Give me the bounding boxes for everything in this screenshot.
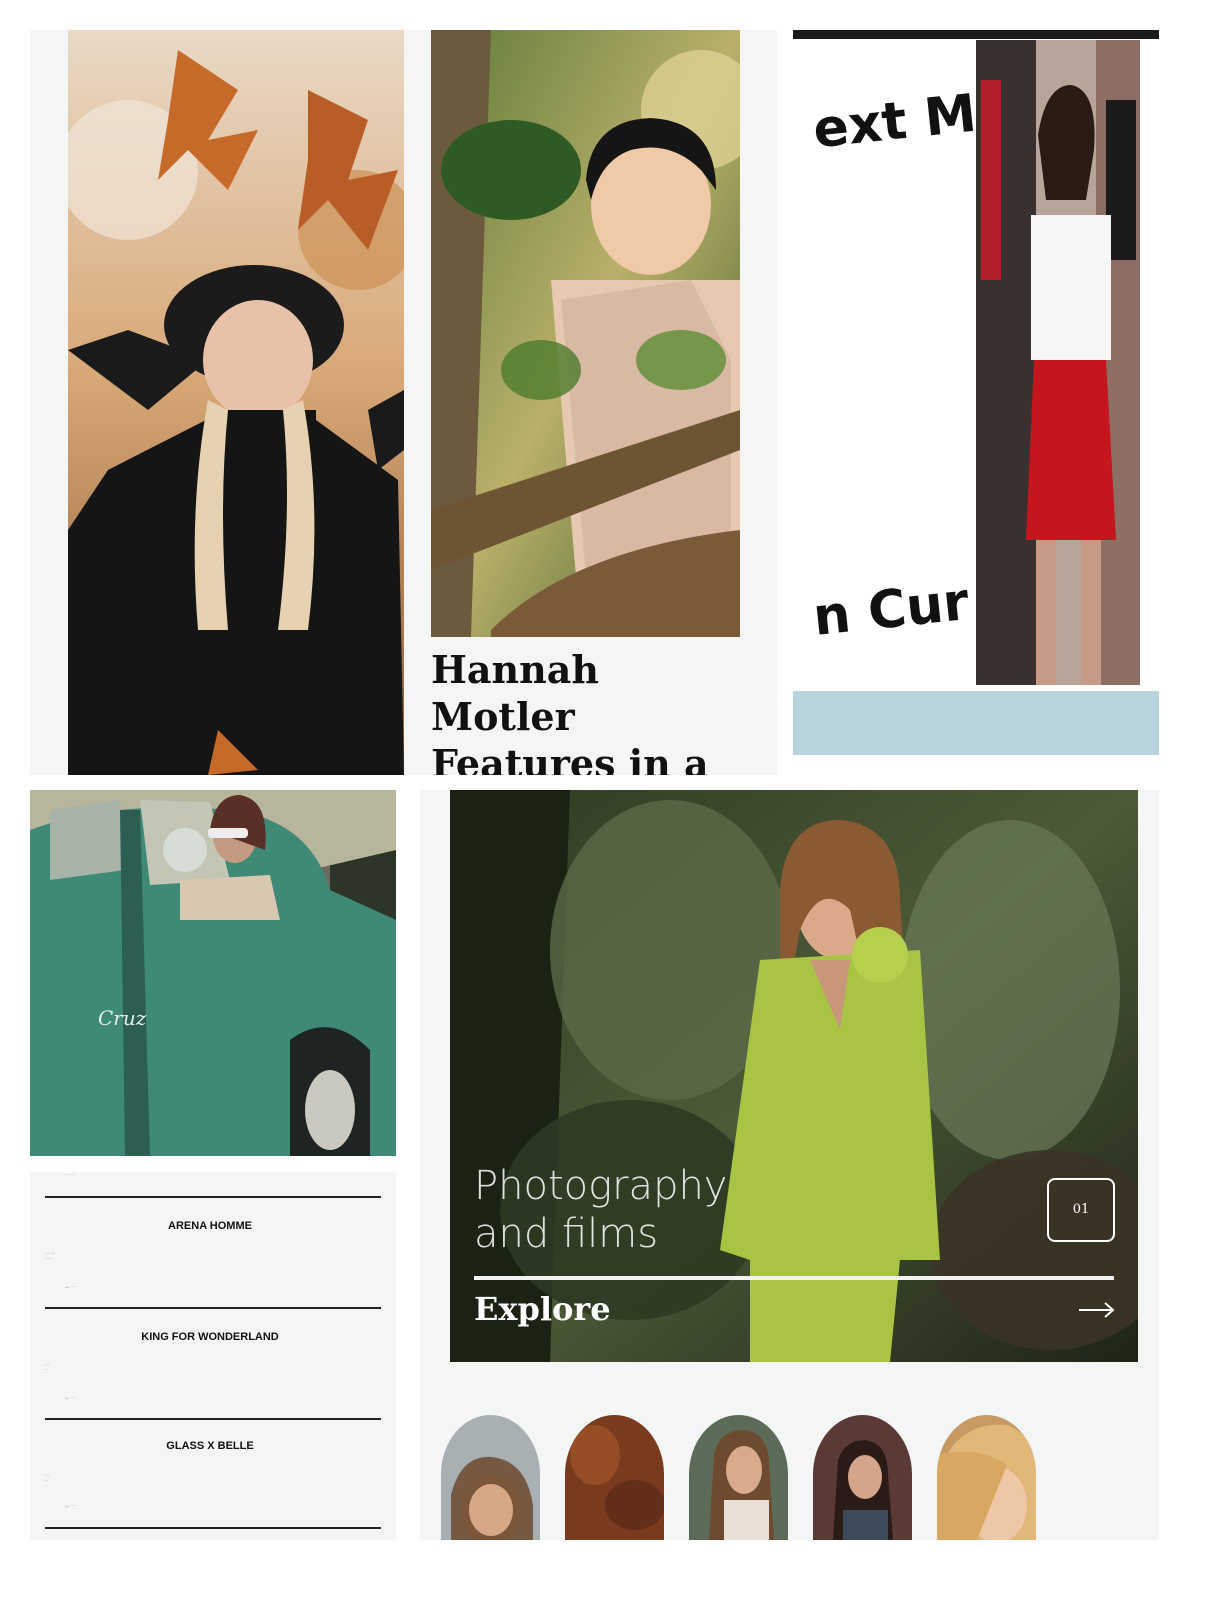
hero-panel: Photography and films 01 Explore [420, 790, 1159, 1540]
boutique-panel: ext M n Cur [793, 30, 1159, 775]
list-item[interactable]: GLASS X BELLE ··· ·· — · · · [45, 1418, 385, 1528]
thumbnail-portrait-4[interactable] [937, 1415, 1036, 1540]
svg-text:Cruz: Cruz [98, 1006, 147, 1030]
arrow-right-icon[interactable] [1077, 1295, 1117, 1325]
story-card[interactable]: Hannah Motler Features in a fashion stor… [404, 30, 777, 775]
list-item-link[interactable]: — · · · [65, 1503, 76, 1508]
list-item-link[interactable]: — · · · [65, 1284, 76, 1289]
list-divider [45, 1527, 381, 1529]
list-item[interactable]: KING FOR WONDERLAND ··· ·· — · · · [45, 1307, 385, 1417]
list-divider [45, 1307, 381, 1309]
hero-title: Photography and films [474, 1162, 727, 1258]
list-caption-top: · · · · · [64, 1172, 76, 1177]
list-item-title[interactable]: ARENA HOMME [30, 1220, 390, 1232]
list-item[interactable]: ARENA HOMME ··· ··· ··· ·· — · · · [45, 1196, 385, 1306]
explore-link[interactable]: Explore [474, 1290, 611, 1328]
boutique-photo[interactable] [976, 40, 1140, 685]
slide-counter[interactable]: 01 [1047, 1178, 1115, 1242]
story-photo[interactable] [431, 30, 740, 637]
list-item-meta: ··· ··· ··· ·· [45, 1251, 55, 1261]
hero-divider [474, 1276, 1114, 1280]
curved-text-top: ext M [810, 83, 980, 161]
list-item-title[interactable]: GLASS X BELLE [30, 1440, 390, 1452]
story-headline[interactable]: Hannah Motler Features in a fashion stor… [431, 646, 751, 775]
vintage-car-photo[interactable]: Cruz [30, 790, 396, 1156]
sky-strip [793, 691, 1159, 755]
thumbnail-portrait-1[interactable] [441, 1415, 540, 1540]
list-divider [45, 1196, 381, 1198]
list-item-title[interactable]: KING FOR WONDERLAND [30, 1331, 390, 1343]
list-item-link[interactable]: — · · · [65, 1395, 76, 1400]
projects-list: · · · · · ARENA HOMME ··· ··· ··· ·· — · … [30, 1172, 396, 1540]
hero-title-line1: Photography [474, 1163, 728, 1209]
hero-image[interactable]: Photography and films 01 Explore [450, 790, 1138, 1362]
autumn-photo-panel [30, 30, 404, 775]
list-item-meta: ··· ·· [45, 1473, 49, 1483]
top-bar [793, 30, 1159, 39]
curved-text-bottom: n Cur [810, 572, 972, 648]
thumbnail-portrait-3[interactable] [813, 1415, 912, 1540]
list-divider [45, 1418, 381, 1420]
thumbnail-texture-1[interactable] [565, 1415, 664, 1540]
list-item-meta: ··· ·· [45, 1362, 49, 1372]
hero-title-line2: and films [474, 1211, 659, 1257]
autumn-portrait-image[interactable] [68, 30, 404, 775]
thumbnail-portrait-2[interactable] [689, 1415, 788, 1540]
